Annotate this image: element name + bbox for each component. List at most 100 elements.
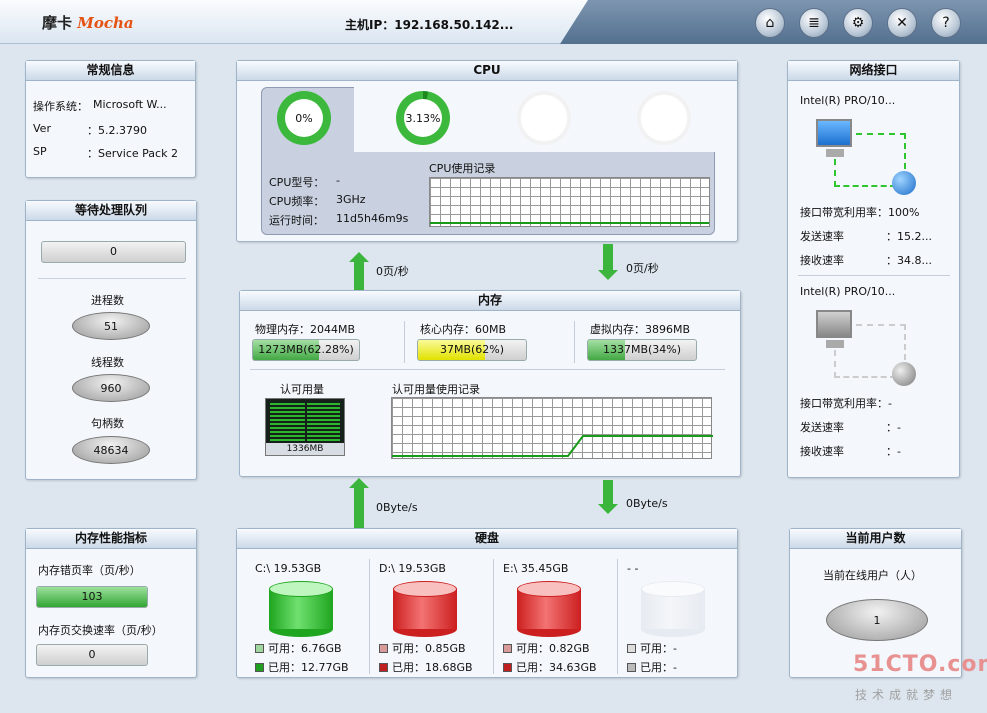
drive-1-free: 可用：0.85GB [379,640,466,656]
process-label: 进程数 [91,294,124,307]
cpu-history-graph [429,177,710,227]
cpu-core-1-gauge: 3.13% [396,91,450,145]
drive-3-used: 已用：- [627,659,677,675]
general-info-panel: 常规信息 操作系统： Microsoft W... Ver ：5.2.3790 … [25,60,196,178]
app-logo: 摩卡 Mocha [42,14,134,32]
physical-memory-bar: 1273MB(62.28%) [252,339,360,361]
panel-title: 常规信息 [26,61,195,81]
queue-value: 0 [41,241,186,263]
upload-arrow-left-bottom [349,478,369,528]
commit-history-label: 认可用量使用记录 [392,383,480,396]
sp-label: SP [33,145,47,158]
queue-panel: 等待处理队列 0 进程数 51 线程数 960 句柄数 48634 [25,200,197,480]
page-fault-value: 103 [36,586,148,608]
help-icon[interactable]: ? [931,8,961,38]
commit-gauge: 1336MB [265,398,345,456]
drive-2-name: E:\ 35.45GB [503,562,569,575]
cpu-model-value: - [336,174,340,187]
drive-0-free: 可用：6.76GB [255,640,342,656]
drive-0-used: 已用：12.77GB [255,659,349,675]
panel-title: CPU [237,61,737,81]
drive-1-name: D:\ 19.53GB [379,562,446,575]
adapter-1-recv-value: ：- [886,445,901,458]
panel-title: 硬盘 [237,529,737,549]
upload-arrow-left-top [349,244,369,290]
drive-2-cylinder [517,581,581,637]
adapter-1-topology-icon [816,310,926,386]
network-panel: 网络接口 Intel(R) PRO/10... 接口带宽利用率：100% 发送速率 ：… [787,60,960,478]
page-fault-label: 内存错页率（页/秒） [38,564,141,577]
handle-label: 句柄数 [91,417,124,430]
cpu-core-3-value [645,99,683,137]
virtual-memory-bar: 1337MB(34%) [587,339,697,361]
download-arrow-right-bottom [598,480,618,524]
disk-panel: 硬盘 C:\ 19.53GB 可用：6.76GB 已用：12.77GB D:\ 19.… [236,528,738,678]
watermark-brand: 51CTO.com [853,652,987,677]
page-swap-label: 内存页交换速率（页/秒） [38,624,163,637]
thread-count: 960 [72,374,150,402]
memory-panel: 内存 物理内存：2044MB 1273MB(62.28%) 核心内存：60MB … [239,290,741,477]
drive-1-cylinder [393,581,457,637]
uptime-value: 11d5h46m9s [336,212,409,225]
adapter-0-send-label: 发送速率 [800,230,844,243]
adapter-1-name: Intel(R) PRO/10... [800,285,896,298]
adapter-0-usage: 接口带宽利用率：100% [800,206,920,219]
panel-title: 内存性能指标 [26,529,196,549]
adapter-1-send-label: 发送速率 [800,421,844,434]
drive-3-cylinder [641,581,705,637]
cpu-freq-label: CPU频率： [269,195,325,208]
panel-title: 当前用户数 [790,529,961,549]
ver-value: ：5.2.3790 [87,124,147,137]
drive-3-free: 可用：- [627,640,677,656]
byte-rate-left: 0Byte/s [376,501,418,514]
cpu-model-label: CPU型号： [269,176,325,189]
adapter-0-recv-value: ：34.8... [886,254,932,267]
adapter-1-recv-label: 接收速率 [800,445,844,458]
commit-history-graph [391,397,713,459]
download-arrow-right-top [598,244,618,288]
cpu-core-2-gauge [517,91,571,145]
os-label: 操作系统： [33,100,88,113]
sp-value: ：Service Pack 2 [87,147,178,160]
panel-title: 等待处理队列 [26,201,196,221]
page-rate-right: 0页/秒 [626,262,659,275]
byte-rate-right: 0Byte/s [626,497,668,510]
drive-2-used: 已用：34.63GB [503,659,597,675]
ver-label: Ver [33,122,51,135]
panel-title: 网络接口 [788,61,959,81]
cpu-core-3-gauge [637,91,691,145]
page-rate-left: 0页/秒 [376,265,409,278]
cpu-core-2-value [525,99,563,137]
home-icon[interactable]: ⌂ [755,8,785,38]
drive-0-name: C:\ 19.53GB [255,562,322,575]
online-users-count: 1 [826,599,928,641]
kernel-memory-label: 核心内存：60MB [420,323,507,336]
top-bar: 摩卡 Mocha 主机IP：192.168.50.142... ⌂ ≣ ⚙ ✕? [0,0,987,44]
cpu-history-label: CPU使用记录 [429,162,496,175]
commit-label: 认可用量 [280,383,324,396]
adapter-0-send-value: ：15.2... [886,230,932,243]
cpu-freq-value: 3GHz [336,193,366,206]
gear-icon[interactable]: ⚙ [843,8,873,38]
drive-2-free: 可用：0.82GB [503,640,590,656]
adapter-1-usage: 接口带宽利用率：- [800,397,892,410]
adapter-0-name: Intel(R) PRO/10... [800,94,896,107]
cpu-panel: CPU 0% 3.13% CPU型号： - CPU频率： 3GHz 运行时间： 1… [236,60,738,242]
cpu-core-1-value: 3.13% [404,99,442,137]
online-users-label: 当前在线用户（人） [823,569,922,582]
server-icon[interactable]: ≣ [799,8,829,38]
page-swap-value: 0 [36,644,148,666]
adapter-1-send-value: ：- [886,421,901,434]
uptime-label: 运行时间： [269,214,324,227]
cpu-core-0-value: 0% [285,99,323,137]
thread-label: 线程数 [91,356,124,369]
virtual-memory-label: 虚拟内存：3896MB [590,323,691,336]
watermark-slogan: 技术成就梦想 [855,688,958,702]
drive-0-cylinder [269,581,333,637]
panel-title: 内存 [240,291,740,311]
tools-icon[interactable]: ✕ [887,8,917,38]
os-value: Microsoft W... [93,98,167,111]
kernel-memory-bar: 37MB(62%) [417,339,527,361]
physical-memory-label: 物理内存：2044MB [255,323,356,336]
memory-performance-panel: 内存性能指标 内存错页率（页/秒） 103 内存页交换速率（页/秒） 0 [25,528,197,678]
